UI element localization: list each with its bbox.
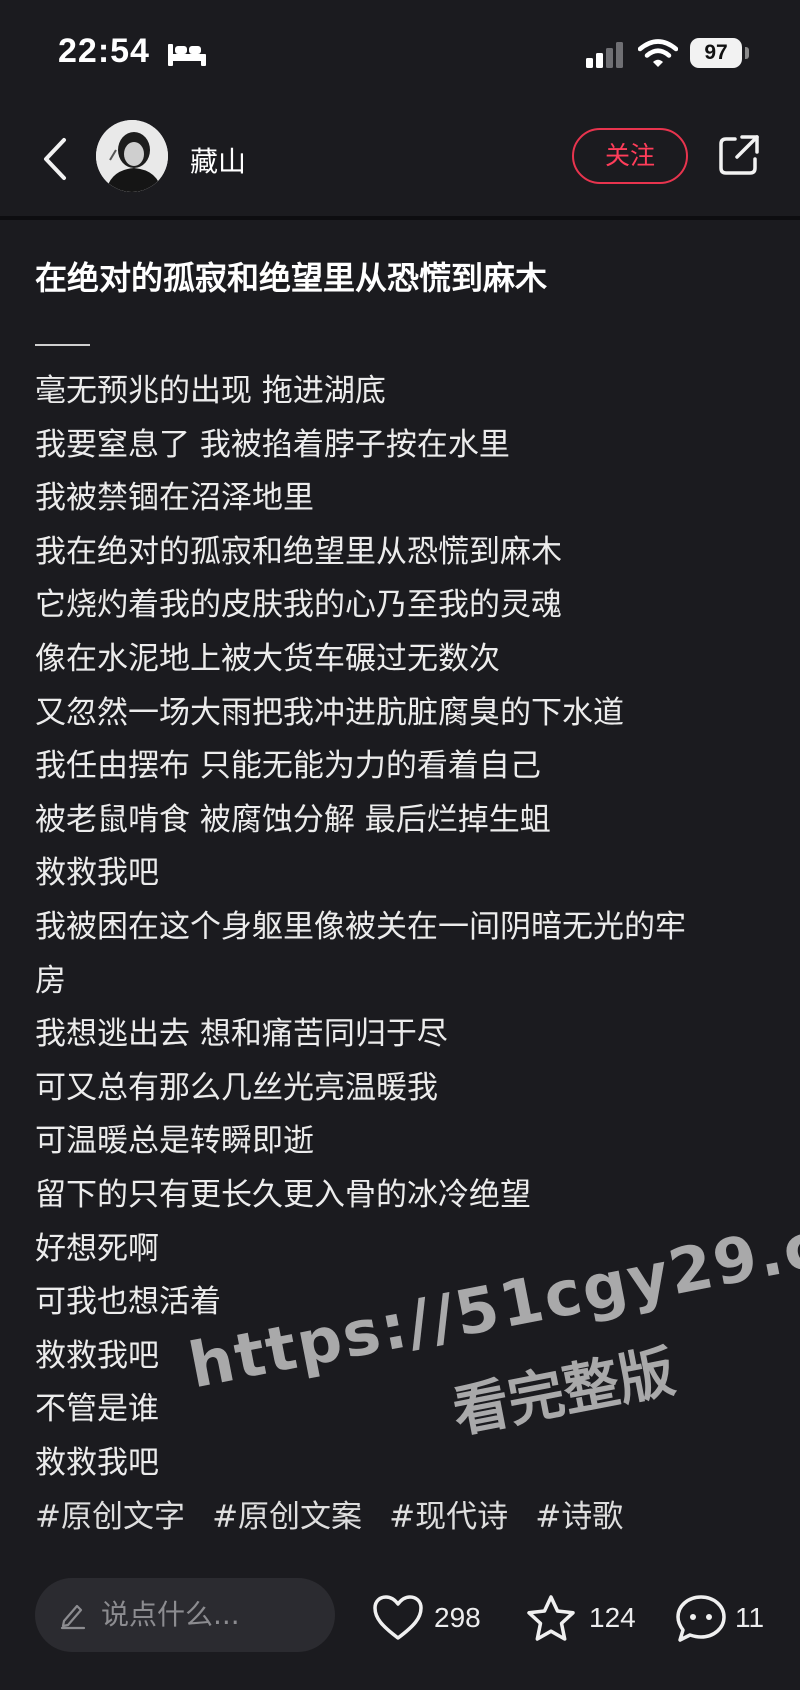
post-body: 毫无预兆的出现 拖进湖底 我要窒息了 我被掐着脖子按在水里 我被禁锢在沼泽地里 … [35,365,765,1490]
post-line: 救救我吧 [35,1444,159,1481]
comment-button[interactable]: 11 [675,1594,775,1644]
favorite-button[interactable]: 124 [525,1594,645,1644]
post-line: 可温暖总是转瞬即逝 [35,1123,314,1160]
comment-placeholder: 说点什么... [101,1598,240,1631]
share-icon[interactable] [718,134,760,176]
post-line: 救救我吧 [35,855,159,892]
follow-button[interactable]: 关注 [572,128,688,184]
post-line: 像在水泥地上被大货车碾过无数次 [35,640,500,677]
title-separator [35,344,90,346]
status-time: 22:54 [58,32,150,70]
wifi-icon [638,39,678,67]
post-line: 我被困在这个身躯里像被关在一间阴暗无光的牢 [35,908,686,945]
hashtag-link[interactable]: #现代诗 [389,1499,508,1535]
favorite-count: 124 [589,1602,636,1633]
avatar-image [96,120,168,192]
comment-count: 11 [735,1602,765,1633]
post-line: 我任由摆布 只能无能为力的看着自己 [35,748,541,785]
comment-input[interactable]: 说点什么... [35,1578,335,1652]
sleep-focus-icon [168,44,206,66]
battery-indicator: 97 [690,38,742,68]
hashtag-link[interactable]: #原创文案 [212,1499,362,1535]
heart-icon [373,1595,423,1640]
post-line: 它烧灼着我的皮肤我的心乃至我的灵魂 [35,587,562,624]
engagement-bar: 说点什么... 298 124 11 [0,1570,800,1690]
post-line: 好想死啊 [35,1230,159,1267]
like-count: 298 [434,1602,481,1633]
star-icon [527,1595,575,1641]
cellular-signal-icon [586,42,623,68]
like-button[interactable]: 298 [372,1594,492,1644]
post-line: 我在绝对的孤寂和绝望里从恐慌到麻木 [35,533,562,570]
post-line: 我要窒息了 我被掐着脖子按在水里 [35,426,510,463]
post-line: 不管是谁 [35,1391,159,1428]
status-bar: 22:54 97 [0,0,800,110]
post-line: 被老鼠啃食 被腐蚀分解 最后烂掉生蛆 [35,801,551,838]
post-line: 我想逃出去 想和痛苦同归于尽 [35,1016,448,1053]
post-title: 在绝对的孤寂和绝望里从恐慌到麻木 [35,259,548,297]
post-tags: #原创文字 #原创文案 #现代诗 #诗歌 [35,1491,645,1536]
comment-bubble-icon [676,1595,726,1642]
hashtag-link[interactable]: #诗歌 [535,1499,623,1535]
post-line: 又忽然一场大雨把我冲进肮脏腐臭的下水道 [35,694,624,731]
author-name[interactable]: 藏山 [190,140,246,180]
header-divider [0,216,800,220]
post-line: 房 [35,962,66,999]
avatar[interactable] [96,120,168,192]
pencil-icon [60,1604,86,1630]
post-line: 可我也想活着 [35,1284,221,1321]
post-line: 留下的只有更长久更入骨的冰冷绝望 [35,1176,531,1213]
battery-tip [745,47,749,59]
hashtag-link[interactable]: #原创文字 [35,1499,185,1535]
post-header: 藏山 关注 [0,110,800,218]
post-line: 可又总有那么几丝光亮温暖我 [35,1069,438,1106]
post-line: 我被禁锢在沼泽地里 [35,480,314,517]
post-line: 毫无预兆的出现 拖进湖底 [35,373,386,409]
back-chevron-icon[interactable] [38,134,72,184]
post-line: 救救我吧 [35,1337,159,1374]
